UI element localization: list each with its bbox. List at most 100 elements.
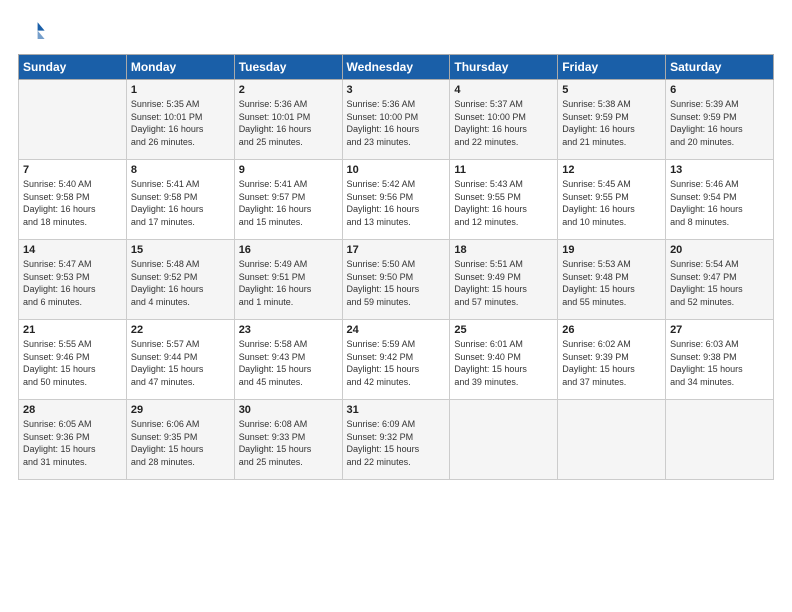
cell-info: Sunrise: 5:40 AM: [23, 178, 122, 191]
cell-info: Sunrise: 5:50 AM: [347, 258, 446, 271]
cell-info: Sunset: 9:43 PM: [239, 351, 338, 364]
cell-info: Daylight: 16 hours: [131, 283, 230, 296]
cell-info: and 17 minutes.: [131, 216, 230, 229]
calendar-cell: 12Sunrise: 5:45 AMSunset: 9:55 PMDayligh…: [558, 160, 666, 240]
calendar-cell: 30Sunrise: 6:08 AMSunset: 9:33 PMDayligh…: [234, 400, 342, 480]
col-header-tuesday: Tuesday: [234, 55, 342, 80]
col-header-monday: Monday: [126, 55, 234, 80]
calendar-cell: 9Sunrise: 5:41 AMSunset: 9:57 PMDaylight…: [234, 160, 342, 240]
cell-info: Sunset: 9:52 PM: [131, 271, 230, 284]
cell-info: Sunrise: 5:36 AM: [347, 98, 446, 111]
calendar-table: SundayMondayTuesdayWednesdayThursdayFrid…: [18, 54, 774, 480]
cell-info: and 18 minutes.: [23, 216, 122, 229]
calendar-cell: 27Sunrise: 6:03 AMSunset: 9:38 PMDayligh…: [666, 320, 774, 400]
day-number: 21: [23, 324, 122, 336]
cell-info: Sunset: 9:33 PM: [239, 431, 338, 444]
cell-info: Daylight: 16 hours: [239, 203, 338, 216]
cell-info: Daylight: 16 hours: [239, 123, 338, 136]
cell-info: and 26 minutes.: [131, 136, 230, 149]
cell-info: Sunset: 9:50 PM: [347, 271, 446, 284]
cell-info: and 50 minutes.: [23, 376, 122, 389]
day-number: 3: [347, 84, 446, 96]
day-number: 10: [347, 164, 446, 176]
day-number: 5: [562, 84, 661, 96]
cell-info: Daylight: 15 hours: [454, 283, 553, 296]
cell-info: Daylight: 15 hours: [347, 283, 446, 296]
day-number: 9: [239, 164, 338, 176]
col-header-sunday: Sunday: [19, 55, 127, 80]
cell-info: Sunrise: 5:43 AM: [454, 178, 553, 191]
cell-info: and 6 minutes.: [23, 296, 122, 309]
cell-info: and 55 minutes.: [562, 296, 661, 309]
calendar-cell: 5Sunrise: 5:38 AMSunset: 9:59 PMDaylight…: [558, 80, 666, 160]
cell-info: and 39 minutes.: [454, 376, 553, 389]
cell-info: Daylight: 15 hours: [562, 363, 661, 376]
day-number: 29: [131, 404, 230, 416]
cell-info: and 22 minutes.: [454, 136, 553, 149]
cell-info: and 34 minutes.: [670, 376, 769, 389]
calendar-cell: [558, 400, 666, 480]
cell-info: Sunset: 10:00 PM: [347, 111, 446, 124]
cell-info: Sunset: 9:36 PM: [23, 431, 122, 444]
cell-info: Sunset: 9:59 PM: [670, 111, 769, 124]
day-number: 1: [131, 84, 230, 96]
cell-info: and 13 minutes.: [347, 216, 446, 229]
cell-info: Sunset: 9:47 PM: [670, 271, 769, 284]
cell-info: and 20 minutes.: [670, 136, 769, 149]
cell-info: Sunset: 9:38 PM: [670, 351, 769, 364]
cell-info: Daylight: 15 hours: [239, 443, 338, 456]
cell-info: Sunrise: 5:41 AM: [239, 178, 338, 191]
calendar-cell: [666, 400, 774, 480]
cell-info: Daylight: 16 hours: [562, 203, 661, 216]
week-row-5: 28Sunrise: 6:05 AMSunset: 9:36 PMDayligh…: [19, 400, 774, 480]
calendar-cell: 18Sunrise: 5:51 AMSunset: 9:49 PMDayligh…: [450, 240, 558, 320]
cell-info: Sunrise: 5:38 AM: [562, 98, 661, 111]
cell-info: and 4 minutes.: [131, 296, 230, 309]
cell-info: Sunrise: 5:42 AM: [347, 178, 446, 191]
cell-info: Sunset: 9:49 PM: [454, 271, 553, 284]
cell-info: Sunrise: 5:49 AM: [239, 258, 338, 271]
calendar-cell: 10Sunrise: 5:42 AMSunset: 9:56 PMDayligh…: [342, 160, 450, 240]
cell-info: Sunrise: 5:51 AM: [454, 258, 553, 271]
cell-info: Sunrise: 6:08 AM: [239, 418, 338, 431]
cell-info: Sunset: 9:55 PM: [454, 191, 553, 204]
cell-info: Sunrise: 5:58 AM: [239, 338, 338, 351]
cell-info: Daylight: 15 hours: [562, 283, 661, 296]
cell-info: and 23 minutes.: [347, 136, 446, 149]
cell-info: and 12 minutes.: [454, 216, 553, 229]
cell-info: and 22 minutes.: [347, 456, 446, 469]
cell-info: Sunrise: 5:48 AM: [131, 258, 230, 271]
calendar-cell: 29Sunrise: 6:06 AMSunset: 9:35 PMDayligh…: [126, 400, 234, 480]
cell-info: Sunrise: 5:54 AM: [670, 258, 769, 271]
day-number: 6: [670, 84, 769, 96]
day-number: 25: [454, 324, 553, 336]
calendar-cell: 25Sunrise: 6:01 AMSunset: 9:40 PMDayligh…: [450, 320, 558, 400]
day-number: 31: [347, 404, 446, 416]
cell-info: Sunrise: 6:02 AM: [562, 338, 661, 351]
cell-info: Daylight: 15 hours: [454, 363, 553, 376]
cell-info: Daylight: 16 hours: [347, 123, 446, 136]
cell-info: and 1 minute.: [239, 296, 338, 309]
calendar-cell: 8Sunrise: 5:41 AMSunset: 9:58 PMDaylight…: [126, 160, 234, 240]
day-number: 22: [131, 324, 230, 336]
week-row-2: 7Sunrise: 5:40 AMSunset: 9:58 PMDaylight…: [19, 160, 774, 240]
cell-info: Sunset: 9:59 PM: [562, 111, 661, 124]
calendar-cell: 4Sunrise: 5:37 AMSunset: 10:00 PMDayligh…: [450, 80, 558, 160]
col-header-wednesday: Wednesday: [342, 55, 450, 80]
cell-info: and 8 minutes.: [670, 216, 769, 229]
week-row-4: 21Sunrise: 5:55 AMSunset: 9:46 PMDayligh…: [19, 320, 774, 400]
calendar-cell: 24Sunrise: 5:59 AMSunset: 9:42 PMDayligh…: [342, 320, 450, 400]
day-number: 27: [670, 324, 769, 336]
cell-info: Sunset: 9:53 PM: [23, 271, 122, 284]
cell-info: Daylight: 15 hours: [347, 363, 446, 376]
cell-info: Daylight: 16 hours: [131, 123, 230, 136]
day-number: 26: [562, 324, 661, 336]
calendar-cell: 17Sunrise: 5:50 AMSunset: 9:50 PMDayligh…: [342, 240, 450, 320]
day-number: 23: [239, 324, 338, 336]
logo: [18, 18, 48, 46]
calendar-cell: 3 Sunrise: 5:36 AMSunset: 10:00 PMDayligh…: [342, 80, 450, 160]
cell-info: Sunrise: 5:55 AM: [23, 338, 122, 351]
calendar-cell: 7Sunrise: 5:40 AMSunset: 9:58 PMDaylight…: [19, 160, 127, 240]
day-number: 14: [23, 244, 122, 256]
cell-info: Sunset: 9:55 PM: [562, 191, 661, 204]
